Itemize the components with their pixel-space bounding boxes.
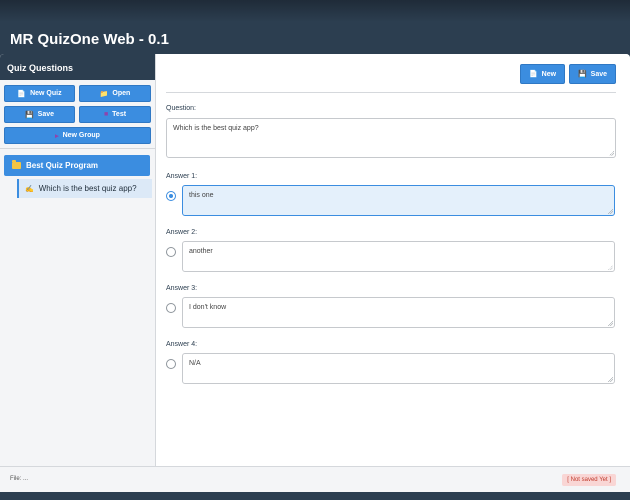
answer-2-text: another	[189, 248, 213, 255]
new-button[interactable]: 📄 New	[520, 64, 565, 84]
editor-panel: 📄 New 💾 Save Question: Which is the best…	[156, 54, 630, 466]
new-document-icon: 📄	[528, 71, 538, 78]
resize-handle[interactable]	[608, 377, 613, 382]
save-label: Save	[590, 70, 608, 78]
question-doc-icon: ✍	[25, 185, 34, 193]
tree-question-label: Which is the best quiz app?	[38, 184, 137, 193]
tree-group-label: Best Quiz Program	[26, 161, 99, 170]
sidebar-save-label: Save	[37, 111, 55, 118]
sidebar: Quiz Questions 📄 New Quiz 📁 Open 💾 Save …	[0, 54, 156, 466]
file-status: File: ...	[10, 476, 29, 482]
new-quiz-label: New Quiz	[30, 90, 62, 97]
resize-handle[interactable]	[608, 265, 613, 270]
sidebar-header: Quiz Questions	[0, 54, 155, 80]
answer-4-text: N/A	[189, 360, 201, 367]
test-label: Test	[112, 111, 127, 118]
answer-3-input[interactable]: I don't know	[182, 297, 615, 328]
sidebar-title: Quiz Questions	[7, 63, 74, 73]
sidebar-save-button[interactable]: 💾 Save	[4, 106, 75, 123]
main-window: Quiz Questions 📄 New Quiz 📁 Open 💾 Save …	[0, 54, 630, 492]
answer-3-radio[interactable]	[166, 303, 176, 313]
bottom-strip	[0, 492, 630, 500]
new-group-label: New Group	[62, 132, 100, 139]
resize-handle[interactable]	[608, 209, 613, 214]
answer-2-input[interactable]: another	[182, 241, 615, 272]
folder-icon: 📁	[99, 90, 109, 98]
status-bar: File: ... [ Not saved Yet ]	[0, 466, 630, 492]
toolbar-divider	[166, 92, 616, 93]
document-icon: 📄	[17, 90, 27, 98]
new-group-button[interactable]: ▸ New Group	[4, 127, 151, 144]
app-title: MR QuizOne Web - 0.1	[10, 31, 169, 48]
group-icon: ▸	[55, 132, 59, 140]
save-status-badge: [ Not saved Yet ]	[562, 474, 616, 486]
folder-icon	[12, 160, 21, 169]
tree-group-item[interactable]: Best Quiz Program	[4, 155, 150, 176]
new-quiz-button[interactable]: 📄 New Quiz	[4, 85, 75, 102]
new-label: New	[541, 70, 557, 78]
answer-1-label: Answer 1:	[166, 173, 198, 180]
title-bar: MR QuizOne Web - 0.1	[0, 22, 630, 54]
answer-4-label: Answer 4:	[166, 341, 198, 348]
answer-3-label: Answer 3:	[166, 285, 198, 292]
floppy-icon: 💾	[24, 111, 34, 119]
test-icon: ■	[103, 111, 109, 118]
answer-1-input[interactable]: this one	[182, 185, 615, 216]
save-button[interactable]: 💾 Save	[569, 64, 616, 84]
answer-4-input[interactable]: N/A	[182, 353, 615, 384]
answer-1-text: this one	[189, 192, 214, 199]
answer-4-radio[interactable]	[166, 359, 176, 369]
app-window: MR QuizOne Web - 0.1 Quiz Questions 📄 Ne…	[0, 0, 630, 500]
question-input[interactable]: Which is the best quiz app?	[166, 118, 616, 158]
save-floppy-icon: 💾	[577, 71, 587, 78]
open-button[interactable]: 📁 Open	[79, 85, 151, 102]
tree-question-item[interactable]: ✍ Which is the best quiz app?	[17, 179, 152, 198]
question-label: Question:	[166, 105, 196, 112]
resize-handle[interactable]	[609, 151, 614, 156]
resize-handle[interactable]	[608, 321, 613, 326]
test-button[interactable]: ■ Test	[79, 106, 151, 123]
open-label: Open	[112, 90, 131, 97]
top-gradient	[0, 0, 630, 22]
answer-2-label: Answer 2:	[166, 229, 198, 236]
answer-1-radio[interactable]	[166, 191, 176, 201]
answer-3-text: I don't know	[189, 304, 227, 311]
answer-2-radio[interactable]	[166, 247, 176, 257]
question-text: Which is the best quiz app?	[173, 125, 259, 132]
sidebar-divider	[0, 148, 155, 149]
